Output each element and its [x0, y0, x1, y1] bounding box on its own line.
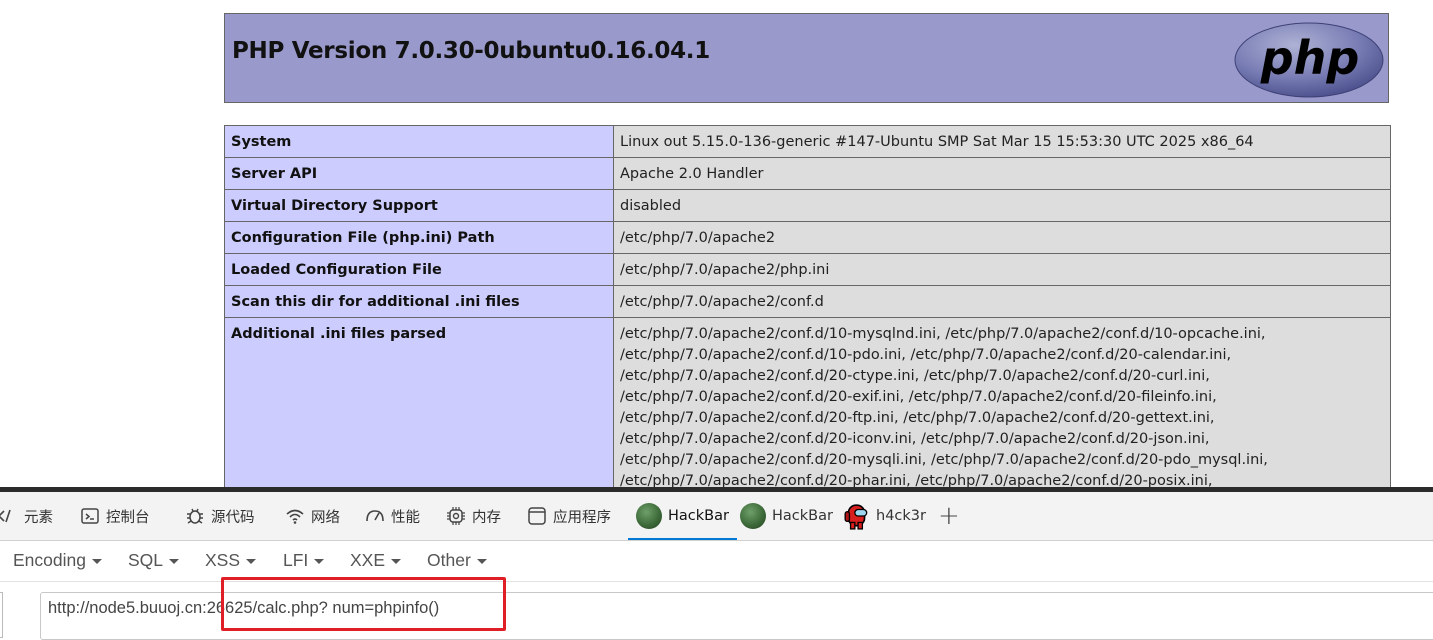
console-icon — [81, 508, 99, 524]
row-value: Linux out 5.15.0-136-generic #147-Ubuntu… — [613, 125, 1391, 158]
table-row: Server API Apache 2.0 Handler — [224, 157, 1391, 190]
code-icon — [0, 509, 11, 523]
table-row: System Linux out 5.15.0-136-generic #147… — [224, 125, 1391, 158]
table-row: Additional .ini files parsed /etc/php/7.… — [224, 317, 1391, 487]
hackbar-toolbar: Encoding SQL XSS LFI XXE Other — [0, 541, 1433, 582]
php-logo: php — [1234, 22, 1384, 98]
tab-application[interactable]: 应用程序 — [527, 492, 611, 540]
ini-line: /etc/php/7.0/apache2/conf.d/10-mysqlnd.i… — [620, 326, 1266, 342]
php-logo-text: php — [1260, 31, 1360, 85]
tab-label: 内存 — [472, 509, 501, 526]
tab-label: h4ck3r — [876, 508, 926, 524]
tab-performance[interactable]: 性能 — [365, 492, 420, 540]
menu-other[interactable]: Other — [427, 550, 487, 571]
hackbar-body: http://node5.buuoj.cn:26625/calc.php? nu… — [0, 582, 1433, 640]
hackbar-icon — [636, 503, 662, 529]
app-icon — [528, 507, 546, 525]
tab-label: 元素 — [24, 509, 53, 526]
row-key: Server API — [224, 157, 614, 190]
plus-icon: + — [938, 501, 960, 531]
tab-console[interactable]: 控制台 — [80, 492, 150, 540]
menu-label: LFI — [283, 550, 309, 570]
tab-label: 性能 — [391, 509, 420, 526]
phpinfo-page: PHP Version 7.0.30-0ubuntu0.16.04.1 php … — [0, 0, 1433, 487]
ini-line: /etc/php/7.0/apache2/conf.d/20-iconv.ini… — [620, 431, 1210, 447]
php-info-table: System Linux out 5.15.0-136-generic #147… — [224, 125, 1391, 487]
row-key: System — [224, 125, 614, 158]
caret-down-icon — [246, 559, 257, 564]
row-value: /etc/php/7.0/apache2/php.ini — [613, 253, 1391, 286]
tab-sources[interactable]: 源代码 — [185, 492, 255, 540]
row-value: /etc/php/7.0/apache2 — [613, 221, 1391, 254]
ini-line: /etc/php/7.0/apache2/conf.d/20-exif.ini,… — [620, 389, 1217, 405]
tab-h4ck3r[interactable]: h4ck3r — [844, 492, 926, 540]
menu-label: XXE — [350, 550, 386, 570]
ini-line: /etc/php/7.0/apache2/conf.d/20-phar.ini,… — [620, 473, 1213, 487]
add-tab-button[interactable]: + — [938, 492, 960, 540]
tab-label: HackBar — [668, 508, 729, 524]
table-row: Virtual Directory Support disabled — [224, 189, 1391, 222]
row-key: Loaded Configuration File — [224, 253, 614, 286]
tab-label: 源代码 — [211, 509, 255, 526]
tab-network[interactable]: 网络 — [285, 492, 340, 540]
tab-memory[interactable]: 内存 — [446, 492, 501, 540]
row-key: Additional .ini files parsed — [224, 317, 614, 487]
row-value: Apache 2.0 Handler — [613, 157, 1391, 190]
devtools-tab-bar: 元素 控制台 源代码 网络 性能 内存 应用程序 HackBar HackBar… — [0, 492, 1433, 541]
load-url-button[interactable] — [0, 592, 3, 638]
menu-label: SQL — [128, 550, 164, 570]
tab-hackbar[interactable]: HackBar — [628, 494, 737, 540]
gauge-icon — [366, 510, 384, 522]
h4ck3r-icon — [844, 504, 868, 530]
row-key: Virtual Directory Support — [224, 189, 614, 222]
menu-lfi[interactable]: LFI — [283, 550, 325, 571]
table-row: Loaded Configuration File /etc/php/7.0/a… — [224, 253, 1391, 286]
php-version-header: PHP Version 7.0.30-0ubuntu0.16.04.1 php — [224, 13, 1389, 103]
table-row: Scan this dir for additional .ini files … — [224, 285, 1391, 318]
highlight-annotation-box — [221, 577, 506, 631]
menu-label: Encoding — [13, 550, 86, 570]
php-version-title: PHP Version 7.0.30-0ubuntu0.16.04.1 — [232, 38, 710, 64]
tab-label: 网络 — [311, 509, 340, 526]
caret-down-icon — [169, 559, 180, 564]
row-value: /etc/php/7.0/apache2/conf.d — [613, 285, 1391, 318]
caret-down-icon — [91, 559, 102, 564]
row-key: Configuration File (php.ini) Path — [224, 221, 614, 254]
tab-elements[interactable]: 元素 — [0, 492, 53, 540]
menu-xxe[interactable]: XXE — [350, 550, 402, 571]
table-row: Configuration File (php.ini) Path /etc/p… — [224, 221, 1391, 254]
menu-sql[interactable]: SQL — [128, 550, 180, 571]
hackbar-icon — [740, 503, 766, 529]
chip-icon — [447, 507, 465, 525]
menu-label: XSS — [205, 550, 241, 570]
row-key: Scan this dir for additional .ini files — [224, 285, 614, 318]
tab-hackbar-2[interactable]: HackBar — [740, 492, 833, 540]
menu-xss[interactable]: XSS — [205, 550, 257, 571]
caret-down-icon — [476, 559, 487, 564]
tab-label: HackBar — [772, 508, 833, 524]
ini-line: /etc/php/7.0/apache2/conf.d/10-pdo.ini, … — [620, 347, 1232, 363]
menu-label: Other — [427, 550, 471, 570]
tab-label: 应用程序 — [553, 509, 611, 526]
row-value-ini-list: /etc/php/7.0/apache2/conf.d/10-mysqlnd.i… — [613, 317, 1391, 487]
bug-icon — [187, 508, 203, 524]
ini-line: /etc/php/7.0/apache2/conf.d/20-ctype.ini… — [620, 368, 1210, 384]
tab-label: 控制台 — [106, 509, 150, 526]
caret-down-icon — [391, 559, 402, 564]
devtools-panel: 元素 控制台 源代码 网络 性能 内存 应用程序 HackBar HackBar… — [0, 487, 1433, 640]
ini-line: /etc/php/7.0/apache2/conf.d/20-mysqli.in… — [620, 452, 1268, 468]
row-value: disabled — [613, 189, 1391, 222]
menu-encoding[interactable]: Encoding — [13, 550, 102, 571]
wifi-icon — [286, 509, 304, 524]
caret-down-icon — [314, 559, 325, 564]
ini-line: /etc/php/7.0/apache2/conf.d/20-ftp.ini, … — [620, 410, 1215, 426]
